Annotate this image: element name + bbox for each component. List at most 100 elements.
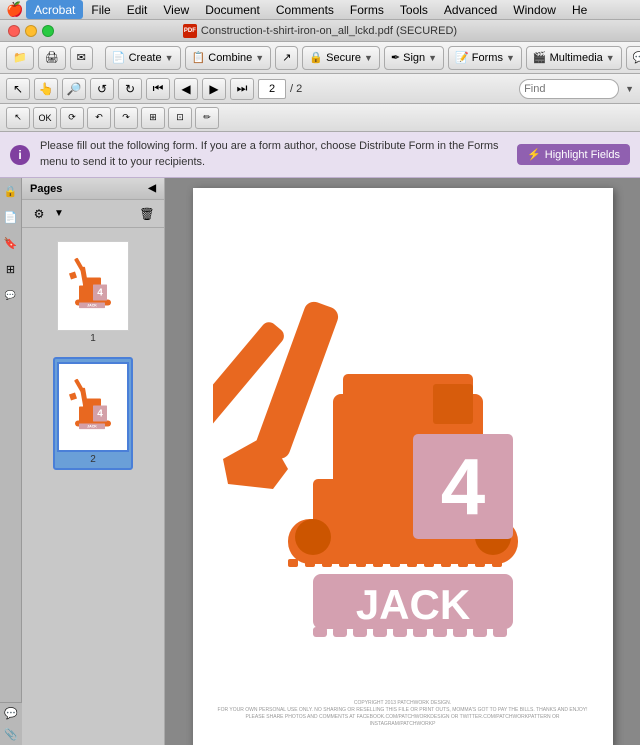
svg-text:4: 4	[440, 442, 485, 531]
pdf-content-area[interactable]: 4 JACK	[165, 178, 640, 745]
print-icon: 🖨	[45, 51, 59, 64]
forms-tool-2[interactable]: ⟳	[60, 107, 84, 129]
menu-tools[interactable]: Tools	[392, 0, 436, 19]
last-page-button[interactable]: ⏭	[230, 78, 254, 100]
sign-icon: ✒	[391, 51, 400, 64]
thumb-svg-1: 4 JACK	[63, 249, 123, 324]
main-area: 🔒 📄 🔖 ⊞ 💬 Pages ◀ ⚙ ▼ 🗑	[0, 178, 640, 745]
panel-icon-bookmarks[interactable]: 🔖	[2, 234, 20, 252]
create-icon: 📄	[112, 51, 126, 64]
menu-forms[interactable]: Forms	[342, 0, 392, 19]
pages-list: 4 JACK 1	[22, 228, 164, 745]
find-arrow: ▼	[625, 84, 634, 94]
forms-tool-3[interactable]: ↶	[87, 107, 111, 129]
forms-button[interactable]: 📝 Forms ▼	[448, 46, 522, 70]
folder-icon: 📁	[13, 51, 27, 64]
menu-bar: 🍎 Acrobat File Edit View Document Commen…	[0, 0, 640, 20]
forms-tool-6[interactable]: ⊡	[168, 107, 192, 129]
forms-icon: 📝	[455, 51, 469, 64]
print-button[interactable]: 🖨	[38, 46, 66, 70]
comment-icon: 💬	[633, 51, 640, 64]
svg-text:4: 4	[97, 408, 103, 419]
nav-bar: ↖ 👆 🔎 ↺ ↻ ⏮ ◀ ▶ ⏭ 2 / 2 ▼	[0, 74, 640, 104]
panel-icon-lock[interactable]: 🔒	[2, 182, 20, 200]
svg-text:4: 4	[97, 287, 103, 298]
sidebar-header: Pages ◀	[22, 178, 164, 200]
notification-text: Please fill out the following form. If y…	[40, 139, 507, 170]
apple-menu[interactable]: 🍎	[4, 1, 26, 18]
menu-window[interactable]: Window	[505, 0, 564, 19]
menu-comments[interactable]: Comments	[268, 0, 342, 19]
hand-tool[interactable]: 👆	[34, 78, 58, 100]
create-button[interactable]: 📄 Create ▼	[105, 46, 181, 70]
forms-arrow: ▼	[506, 53, 515, 63]
rotate-cw-button[interactable]: ↻	[118, 78, 142, 100]
secure-button[interactable]: 🔒 Secure ▼	[302, 46, 379, 70]
open-button[interactable]: 📁	[6, 46, 34, 70]
create-arrow: ▼	[165, 53, 174, 63]
combine-icon: 📋	[192, 51, 206, 64]
panel-icon-comments[interactable]: 💬	[2, 286, 20, 304]
menu-file[interactable]: File	[83, 0, 118, 19]
forms-tool-7[interactable]: ✏	[195, 107, 219, 129]
page-label-1: 1	[90, 333, 96, 344]
menu-acrobat[interactable]: Acrobat	[26, 0, 83, 19]
page-thumb-2[interactable]: 4 JACK 2	[53, 357, 133, 470]
sidebar: Pages ◀ ⚙ ▼ 🗑	[22, 178, 165, 745]
page-thumb-1[interactable]: 4 JACK 1	[53, 236, 133, 349]
zoom-tool[interactable]: 🔎	[62, 78, 86, 100]
forms-tool-1[interactable]: OK	[33, 107, 57, 129]
page-label-2: 2	[90, 454, 96, 465]
forms-toolbar: ↖ OK ⟳ ↶ ↷ ⊞ ⊡ ✏	[0, 104, 640, 132]
select-tool[interactable]: ↖	[6, 78, 30, 100]
sidebar-settings[interactable]: ⚙	[28, 203, 50, 225]
panel-icon-layers[interactable]: ⊞	[2, 260, 20, 278]
panel-icon-pages[interactable]: 📄	[2, 208, 20, 226]
multimedia-icon: 🎬	[533, 51, 547, 64]
prev-page-button[interactable]: ◀	[174, 78, 198, 100]
chat-icon[interactable]: 💬	[4, 707, 18, 720]
menu-document[interactable]: Document	[197, 0, 268, 19]
minimize-button[interactable]	[25, 25, 37, 37]
highlight-fields-button[interactable]: ⚡ Highlight Fields	[517, 144, 630, 165]
export-icon: ↗	[282, 51, 291, 64]
notification-bar: i Please fill out the following form. If…	[0, 132, 640, 178]
pdf-page: 4 JACK	[193, 188, 613, 745]
notification-icon: i	[10, 145, 30, 165]
forms-select-btn[interactable]: ↖	[6, 107, 30, 129]
sign-button[interactable]: ✒ Sign ▼	[384, 46, 444, 70]
multimedia-button[interactable]: 🎬 Multimedia ▼	[526, 46, 622, 70]
svg-text:JACK: JACK	[87, 303, 97, 307]
menu-advanced[interactable]: Advanced	[436, 0, 505, 19]
excavator-svg: 4 JACK	[213, 219, 593, 679]
paperclip-icon[interactable]: 📎	[4, 728, 18, 741]
email-button[interactable]: ✉	[70, 46, 93, 70]
page-number-input[interactable]: 2	[258, 79, 286, 99]
title-bar: PDF Construction-t-shirt-iron-on_all_lck…	[0, 20, 640, 42]
forms-tool-4[interactable]: ↷	[114, 107, 138, 129]
export-button[interactable]: ↗	[275, 46, 298, 70]
find-input[interactable]	[519, 79, 619, 99]
window-title: PDF Construction-t-shirt-iron-on_all_lck…	[183, 24, 457, 38]
left-panel-icons: 🔒 📄 🔖 ⊞ 💬	[0, 178, 22, 745]
thumb-image-1: 4 JACK	[57, 241, 129, 331]
excavator-illustration: 4 JACK	[213, 208, 593, 690]
svg-text:JACK: JACK	[355, 581, 469, 628]
combine-arrow: ▼	[255, 53, 264, 63]
comment-button[interactable]: 💬 Comment ▼	[626, 46, 640, 70]
combine-button[interactable]: 📋 Combine ▼	[185, 46, 272, 70]
menu-help[interactable]: He	[564, 0, 595, 19]
sidebar-settings-arrow[interactable]: ▼	[54, 208, 64, 219]
forms-tool-5[interactable]: ⊞	[141, 107, 165, 129]
sidebar-collapse[interactable]: ◀	[148, 183, 156, 194]
menu-view[interactable]: View	[155, 0, 197, 19]
close-button[interactable]	[8, 25, 20, 37]
menu-edit[interactable]: Edit	[119, 0, 156, 19]
rotate-ccw-button[interactable]: ↺	[90, 78, 114, 100]
maximize-button[interactable]	[42, 25, 54, 37]
lock-icon: 🔒	[309, 51, 323, 64]
next-page-button[interactable]: ▶	[202, 78, 226, 100]
sidebar-delete[interactable]: 🗑	[136, 203, 158, 225]
page-total: / 2	[290, 83, 302, 95]
first-page-button[interactable]: ⏮	[146, 78, 170, 100]
